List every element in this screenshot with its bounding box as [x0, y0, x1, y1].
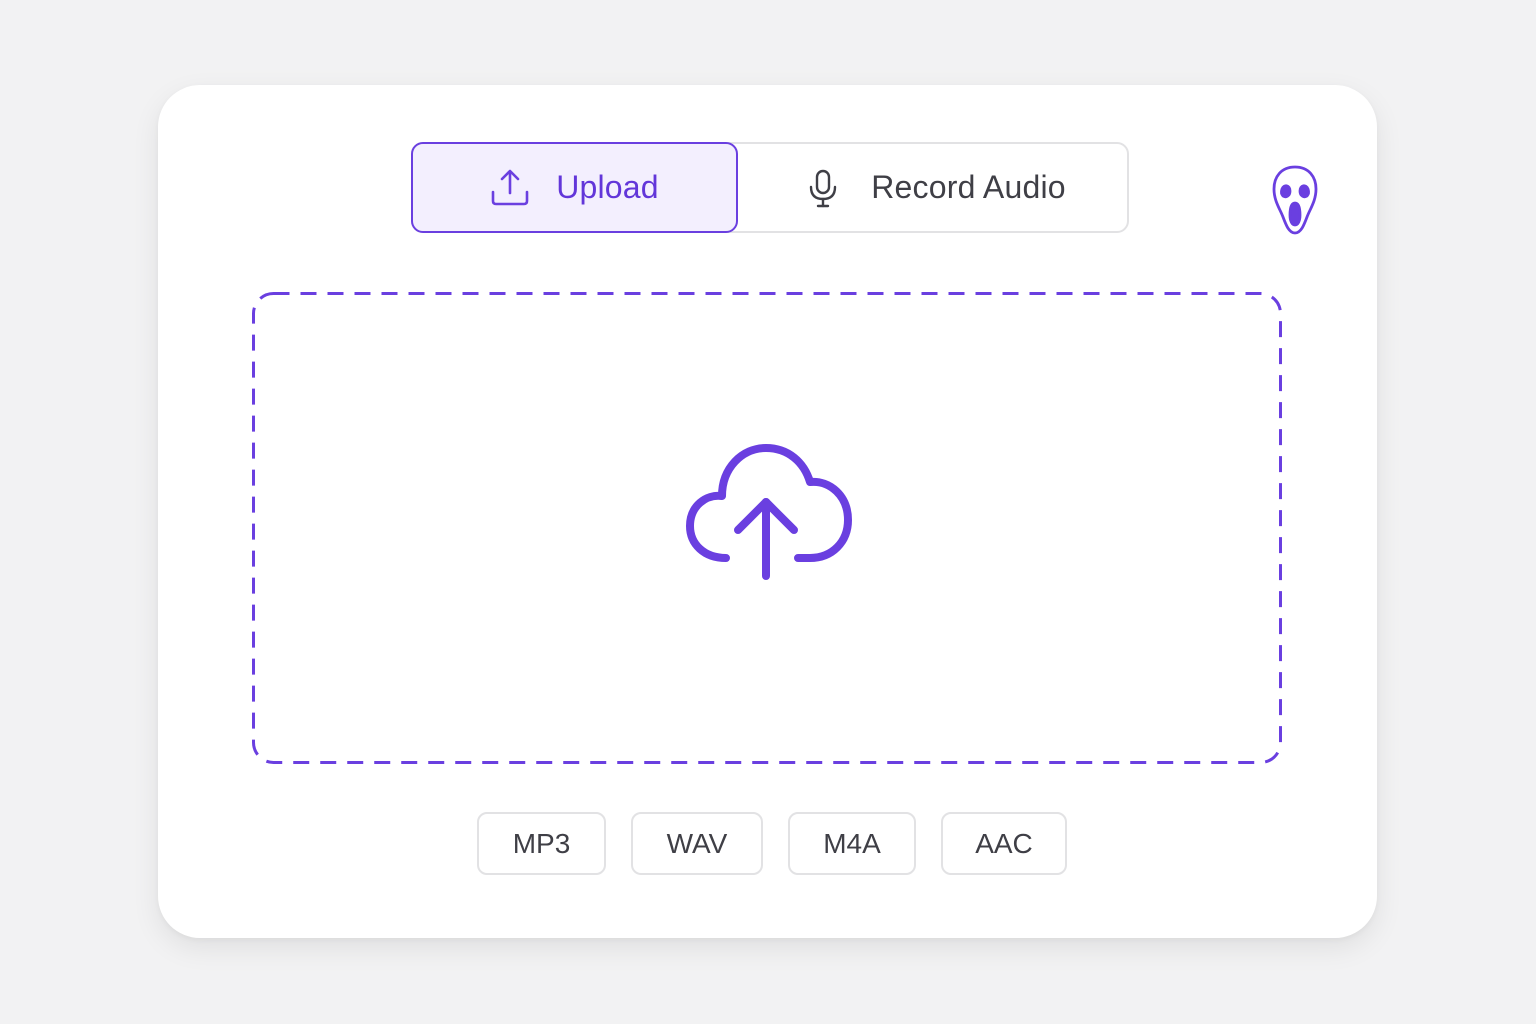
upload-tray-icon	[490, 168, 530, 208]
tab-record-audio[interactable]: Record Audio	[738, 142, 1131, 233]
tab-record-audio-label: Record Audio	[871, 169, 1066, 205]
format-chip-aac: AAC	[941, 812, 1067, 875]
file-dropzone[interactable]	[252, 292, 1282, 764]
tab-upload-label: Upload	[556, 169, 659, 205]
supported-formats: MP3 WAV M4A AAC	[477, 812, 1067, 875]
mode-tabs: Upload Record Audio	[411, 142, 1129, 233]
cloud-upload-icon	[686, 444, 852, 582]
format-chip-mp3: MP3	[477, 812, 606, 875]
format-chip-wav: WAV	[631, 812, 763, 875]
upload-card: Upload Record Audio MP3 WAV M4A AAC	[158, 85, 1377, 938]
microphone-icon	[803, 168, 843, 208]
tab-upload[interactable]: Upload	[411, 142, 738, 233]
ghostface-mask-icon[interactable]	[1271, 165, 1319, 235]
format-chip-m4a: M4A	[788, 812, 916, 875]
